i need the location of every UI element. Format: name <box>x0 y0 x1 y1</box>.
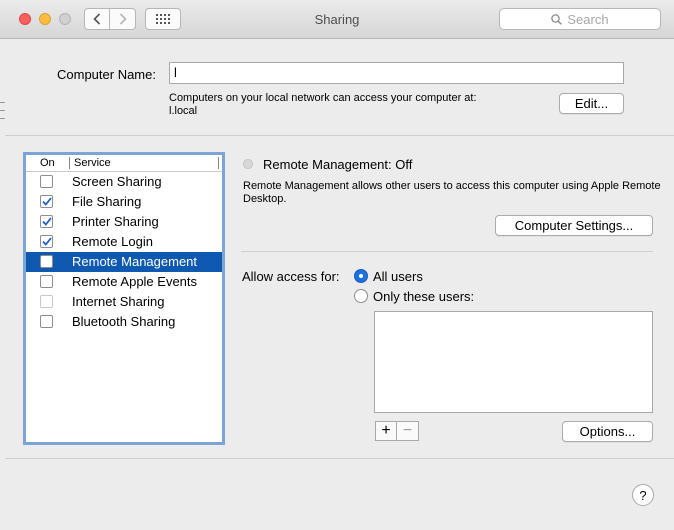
detail-divider <box>241 251 653 252</box>
service-name: Internet Sharing <box>72 294 165 309</box>
only-these-users-label[interactable]: Only these users: <box>373 289 474 304</box>
checkmark-icon <box>41 237 52 246</box>
search-placeholder: Search <box>567 11 609 27</box>
search-field[interactable]: Search <box>499 8 661 30</box>
all-users-label[interactable]: All users <box>373 269 423 284</box>
address-description-text: Computers on your local network can acce… <box>169 92 477 104</box>
allow-access-label: Allow access for: <box>242 269 340 284</box>
service-row[interactable]: Screen Sharing <box>26 172 222 192</box>
service-row[interactable]: Bluetooth Sharing <box>26 312 222 332</box>
service-row[interactable]: Printer Sharing <box>26 212 222 232</box>
service-row[interactable]: Remote Management <box>26 252 222 272</box>
service-row[interactable]: File Sharing <box>26 192 222 212</box>
computer-address-description: Computers on your local network can acce… <box>169 92 477 118</box>
service-status-title: Remote Management: Off <box>263 157 413 172</box>
allowed-users-list[interactable] <box>374 311 653 413</box>
service-checkbox[interactable] <box>40 235 53 248</box>
title-bar: Sharing Search <box>0 0 674 39</box>
status-indicator-icon <box>243 159 253 169</box>
service-checkbox[interactable] <box>40 175 53 188</box>
service-name: File Sharing <box>72 194 142 209</box>
add-user-button[interactable]: + <box>375 421 397 441</box>
service-row[interactable]: Remote Login <box>26 232 222 252</box>
service-checkbox <box>40 295 53 308</box>
service-name: Remote Login <box>72 234 153 249</box>
only-these-users-radio[interactable] <box>354 289 368 303</box>
service-name: Bluetooth Sharing <box>72 314 176 329</box>
service-name: Screen Sharing <box>72 174 162 189</box>
service-list[interactable]: On Service Screen Sharing File Sharing Pri… <box>23 152 225 445</box>
service-checkbox[interactable] <box>40 315 53 328</box>
checkmark-icon <box>41 197 52 206</box>
service-checkbox[interactable] <box>40 255 53 268</box>
service-rows: Screen Sharing File Sharing Printer Sharin… <box>26 172 222 332</box>
options-button[interactable]: Options... <box>562 421 653 442</box>
computer-settings-button[interactable]: Computer Settings... <box>495 215 653 236</box>
service-list-header: On Service <box>26 155 222 172</box>
window-edge-marks <box>0 102 5 132</box>
service-checkbox[interactable] <box>40 275 53 288</box>
column-divider <box>218 157 219 169</box>
column-header-service[interactable]: Service <box>74 157 111 169</box>
service-row[interactable]: Internet Sharing <box>26 292 222 312</box>
service-description: Remote Management allows other users to … <box>243 180 661 205</box>
service-name: Printer Sharing <box>72 214 159 229</box>
search-icon <box>551 13 563 25</box>
local-hostname: l.local <box>169 105 198 117</box>
computer-name-label: Computer Name: <box>57 67 156 82</box>
edit-hostname-button[interactable]: Edit... <box>559 93 624 114</box>
checkmark-icon <box>41 217 52 226</box>
service-checkbox[interactable] <box>40 195 53 208</box>
column-divider <box>69 157 70 169</box>
service-name: Remote Apple Events <box>72 274 198 289</box>
footer-divider <box>5 458 674 459</box>
all-users-radio[interactable] <box>354 269 368 283</box>
service-checkbox[interactable] <box>40 215 53 228</box>
computer-name-field[interactable]: l <box>169 62 624 84</box>
service-name: Remote Management <box>72 254 198 269</box>
remove-user-button[interactable]: − <box>397 421 419 441</box>
column-header-on[interactable]: On <box>40 157 55 169</box>
service-row[interactable]: Remote Apple Events <box>26 272 222 292</box>
section-divider <box>5 135 674 136</box>
help-button[interactable]: ? <box>632 484 654 506</box>
